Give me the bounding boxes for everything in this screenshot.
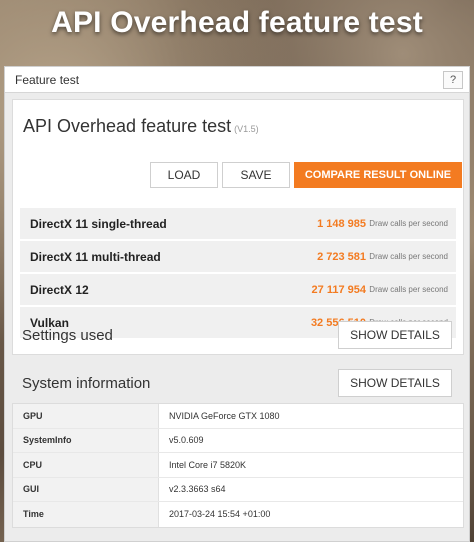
window-header: Feature test ? xyxy=(5,67,469,93)
settings-show-details-button[interactable]: SHOW DETAILS xyxy=(338,321,452,349)
result-name: DirectX 12 xyxy=(30,282,89,297)
result-row-dx11-single: DirectX 11 single-thread 1 148 985 Draw … xyxy=(20,208,456,239)
result-unit: Draw calls per second xyxy=(369,285,448,294)
table-row: Time 2017-03-24 15:54 +01:00 xyxy=(13,502,463,527)
settings-section: Settings used SHOW DETAILS xyxy=(12,313,464,357)
compare-result-online-button[interactable]: COMPARE RESULT ONLINE xyxy=(294,162,462,188)
table-value: NVIDIA GeForce GTX 1080 xyxy=(169,410,280,421)
result-row-dx12: DirectX 12 27 117 954 Draw calls per sec… xyxy=(20,274,456,305)
test-name: API Overhead feature test (V1.5) xyxy=(23,116,259,137)
table-row: CPU Intel Core i7 5820K xyxy=(13,453,463,478)
system-info-table: GPU NVIDIA GeForce GTX 1080 SystemInfo v… xyxy=(12,403,464,528)
table-value: Intel Core i7 5820K xyxy=(169,459,247,470)
test-version: (V1.5) xyxy=(234,124,259,134)
load-button[interactable]: LOAD xyxy=(150,162,218,188)
help-button[interactable]: ? xyxy=(443,71,463,89)
result-name: DirectX 11 single-thread xyxy=(30,216,167,231)
result-value: 2 723 581 xyxy=(317,250,366,263)
system-info-title: System information xyxy=(22,374,151,392)
feature-test-window: Feature test ? API Overhead feature test… xyxy=(4,66,470,542)
table-key: Time xyxy=(13,502,159,527)
table-row: GPU NVIDIA GeForce GTX 1080 xyxy=(13,404,463,429)
result-value: 27 117 954 xyxy=(311,283,366,296)
table-key: GUI xyxy=(13,477,159,501)
result-name: DirectX 11 multi-thread xyxy=(30,249,161,264)
result-unit: Draw calls per second xyxy=(369,219,448,228)
table-row: SystemInfo v5.0.609 xyxy=(13,428,463,453)
table-row: GUI v2.3.3663 s64 xyxy=(13,477,463,502)
settings-title: Settings used xyxy=(22,326,113,344)
result-value: 1 148 985 xyxy=(317,217,366,230)
window-title: Feature test xyxy=(15,72,80,87)
result-unit: Draw calls per second xyxy=(369,252,448,261)
result-row-dx11-multi: DirectX 11 multi-thread 2 723 581 Draw c… xyxy=(20,241,456,272)
test-name-text: API Overhead feature test xyxy=(23,116,232,136)
table-key: CPU xyxy=(13,453,159,477)
system-info-section: System information SHOW DETAILS xyxy=(12,361,464,405)
system-show-details-button[interactable]: SHOW DETAILS xyxy=(338,369,452,397)
table-key: SystemInfo xyxy=(13,428,159,452)
save-button[interactable]: SAVE xyxy=(222,162,290,188)
hero-title: API Overhead feature test xyxy=(51,6,423,39)
table-key: GPU xyxy=(13,404,159,428)
table-value: v2.3.3663 s64 xyxy=(169,484,226,495)
table-value: v5.0.609 xyxy=(169,435,204,446)
table-value: 2017-03-24 15:54 +01:00 xyxy=(169,509,271,520)
